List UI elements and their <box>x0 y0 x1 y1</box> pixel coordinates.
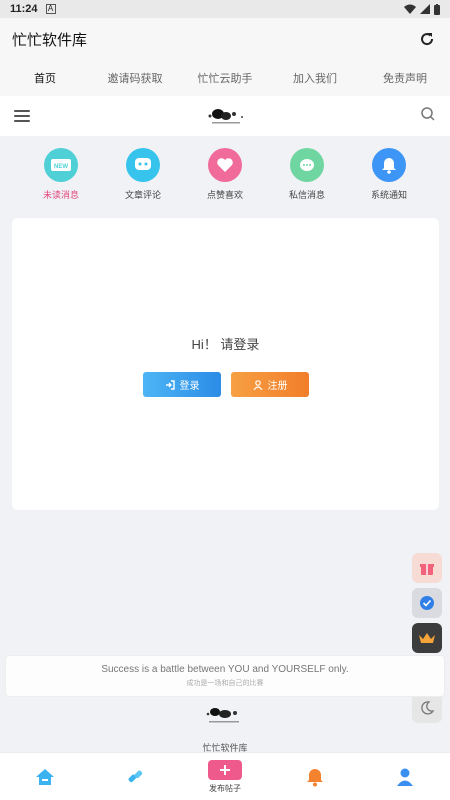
footer-logo <box>206 708 239 723</box>
new-badge-icon: NEW <box>44 148 78 182</box>
tab-home[interactable]: 首页 <box>0 60 90 96</box>
app-title: 忙忙软件库 <box>12 31 88 49</box>
moon-icon[interactable] <box>412 693 442 723</box>
quick-label: 文章评论 <box>124 190 161 200</box>
crown-icon[interactable] <box>412 623 442 653</box>
register-button[interactable]: 注册 <box>231 372 309 397</box>
status-time: 11:24 <box>10 3 38 15</box>
quick-label: 私信消息 <box>288 190 325 200</box>
site-header <box>0 96 450 136</box>
status-icons <box>404 3 440 15</box>
quick-unread-messages[interactable]: NEW 未读消息 <box>26 148 96 208</box>
login-card: Hi！ 请登录 登录 注册 <box>12 218 439 510</box>
tab-disclaimer[interactable]: 免责声明 <box>360 60 450 96</box>
quick-private-messages[interactable]: 私信消息 <box>272 148 342 208</box>
login-button[interactable]: 登录 <box>143 372 221 397</box>
user-icon <box>253 379 262 390</box>
quick-label: 点赞喜欢 <box>206 190 243 200</box>
plus-icon <box>208 759 242 780</box>
quote-box: Success is a battle between YOU and YOUR… <box>5 655 445 697</box>
bell-icon <box>372 148 406 182</box>
quote-chinese: 成功是一场和自己的比赛 <box>186 680 264 687</box>
link-icon <box>128 770 143 782</box>
search-icon[interactable] <box>420 106 436 127</box>
app-bar: 忙忙软件库 <box>0 18 450 60</box>
heart-icon <box>208 148 242 182</box>
status-bar: 11:24 A <box>0 0 450 18</box>
register-label: 注册 <box>267 381 288 392</box>
tab-cloud-assistant[interactable]: 忙忙云助手 <box>180 60 270 96</box>
quick-system-notifications[interactable]: 系统通知 <box>354 148 424 208</box>
top-tabs: 首页 邀请码获取 忙忙云助手 加入我们 免责声明 <box>0 60 450 96</box>
publish-label: 发布帖子 <box>209 783 241 793</box>
quick-article-comments[interactable]: 文章评论 <box>108 148 178 208</box>
user-icon <box>397 768 413 786</box>
login-icon <box>165 379 175 390</box>
tab-join-us[interactable]: 加入我们 <box>270 60 360 96</box>
quick-icon-row: NEW 未读消息 文章评论 点赞喜欢 私信消息 系统通知 <box>0 148 450 208</box>
bottom-nav: 发布帖子 <box>0 752 450 800</box>
battery-icon <box>434 3 440 15</box>
nav-notifications[interactable] <box>270 753 360 800</box>
nav-links[interactable] <box>90 753 180 800</box>
home-icon <box>36 768 54 785</box>
login-greeting: Hi！ 请登录 <box>191 337 260 352</box>
site-logo <box>208 109 243 124</box>
message-icon <box>290 148 324 182</box>
quote-english: Success is a battle between YOU and YOUR… <box>101 664 349 675</box>
nav-home[interactable] <box>0 753 90 800</box>
signal-icon <box>420 4 430 14</box>
wifi-icon <box>404 4 416 14</box>
verified-icon[interactable] <box>412 588 442 618</box>
new-badge-text: NEW <box>54 164 68 170</box>
notification-icon: A <box>45 4 56 14</box>
chat-icon <box>126 148 160 182</box>
refresh-icon[interactable] <box>416 28 438 50</box>
bell-icon <box>307 768 323 786</box>
login-label: 登录 <box>179 381 200 392</box>
quick-label: 系统通知 <box>370 190 407 200</box>
quick-likes[interactable]: 点赞喜欢 <box>190 148 260 208</box>
gift-icon[interactable] <box>412 553 442 583</box>
tab-invite-code[interactable]: 邀请码获取 <box>90 60 180 96</box>
nav-publish[interactable]: 发布帖子 <box>180 753 270 800</box>
floating-toolbar <box>412 553 442 728</box>
menu-icon[interactable] <box>14 107 30 125</box>
nav-profile[interactable] <box>360 753 450 800</box>
quick-label: 未读消息 <box>42 190 79 200</box>
